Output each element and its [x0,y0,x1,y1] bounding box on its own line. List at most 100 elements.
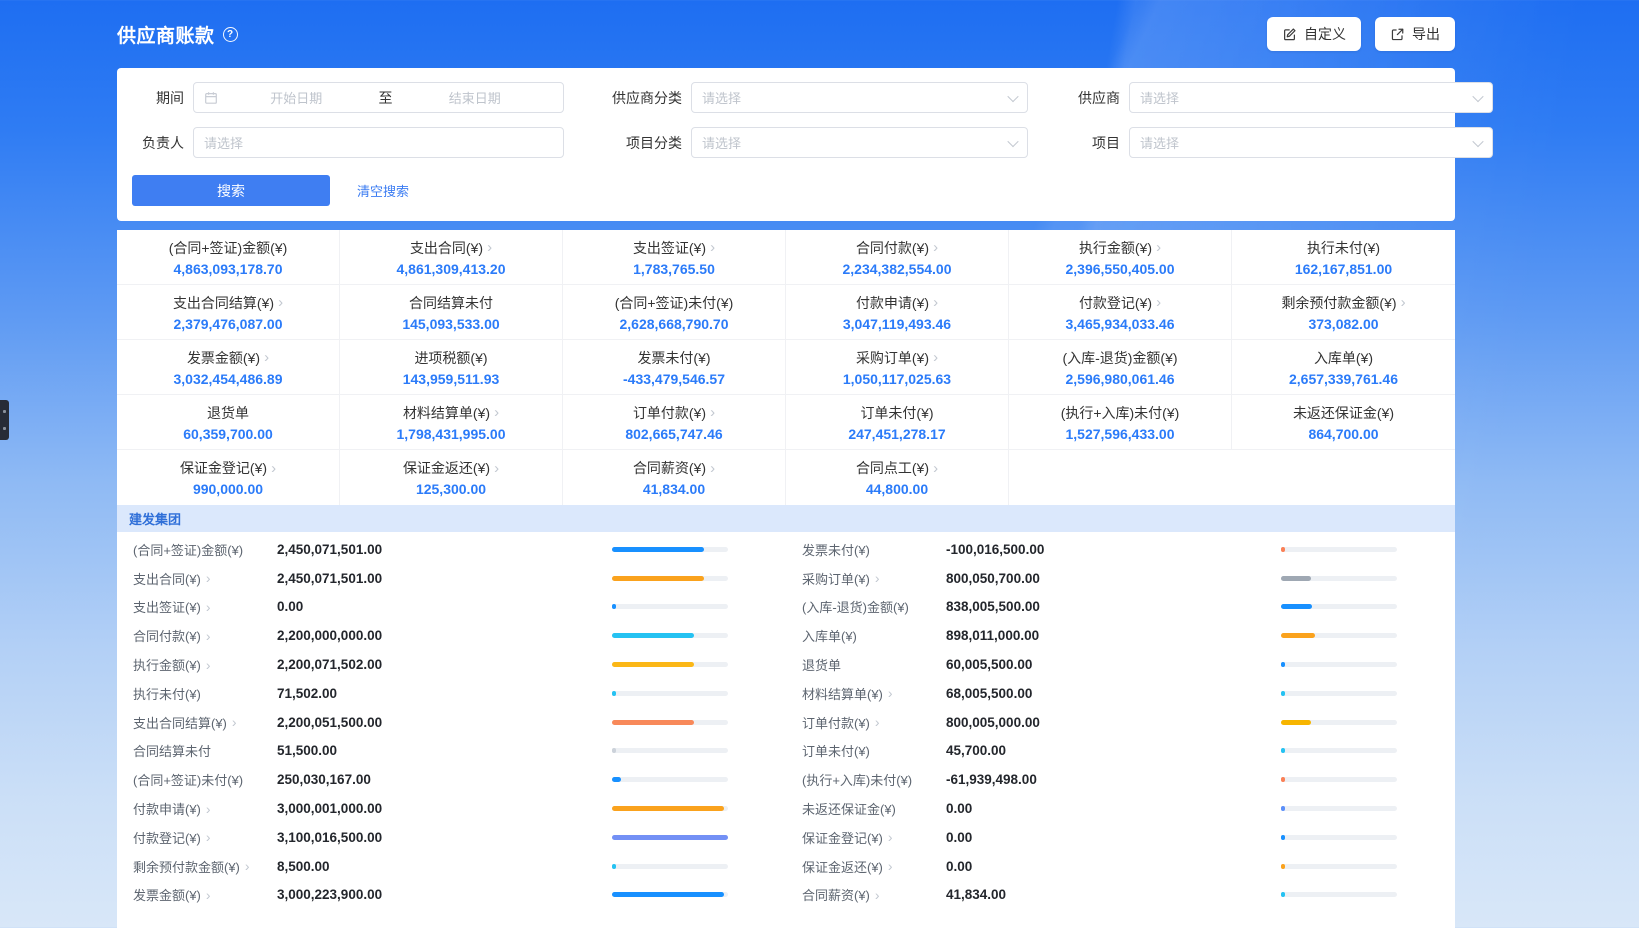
group-name-link[interactable]: 建发集团 [129,509,181,528]
chevron-right-icon: › [1401,295,1406,310]
summary-card-label: 付款申请(¥)› [856,293,938,313]
summary-card-value: 1,527,596,433.00 [1066,426,1175,442]
detail-row-label[interactable]: 合同薪资(¥)› [802,885,946,904]
detail-row-label[interactable]: 材料结算单(¥)› [802,684,946,703]
detail-row: 合同薪资(¥)›41,834.00 [786,881,1455,910]
group-detail: (合同+签证)金额(¥)2,450,071,501.00支出合同(¥)›2,45… [117,532,1455,928]
detail-row-label[interactable]: 支出签证(¥)› [133,597,277,616]
summary-card-label: 入库单(¥) [1314,348,1373,368]
progress-bar [1281,633,1397,638]
progress-bar [612,547,728,552]
chevron-right-icon: › [933,350,938,365]
summary-card[interactable]: 支出签证(¥)›1,783,765.50 [563,230,786,285]
chevron-right-icon: › [875,888,880,902]
detail-row-label[interactable]: 剩余预付款金额(¥)› [133,857,277,876]
customize-button[interactable]: 自定义 [1267,17,1361,51]
chevron-down-icon [1472,90,1483,101]
detail-row: 入库单(¥)898,011,000.00 [786,621,1455,650]
manager-placeholder: 请选择 [204,133,243,152]
summary-card-value: 143,959,511.93 [403,371,500,387]
project-category-select[interactable]: 请选择 [691,127,1028,158]
summary-card[interactable]: 发票金额(¥)›3,032,454,486.89 [117,340,340,395]
detail-row-label[interactable]: 采购订单(¥)› [802,569,946,588]
detail-row: 付款登记(¥)›3,100,016,500.00 [117,823,786,852]
side-drawer-handle[interactable] [0,400,9,440]
start-date-placeholder[interactable]: 开始日期 [218,88,375,107]
progress-bar [612,662,728,667]
detail-row-label[interactable]: 支出合同(¥)› [133,569,277,588]
detail-row-label[interactable]: 合同付款(¥)› [133,626,277,645]
summary-card[interactable]: 保证金登记(¥)›990,000.00 [117,450,340,505]
detail-row-label[interactable]: 发票金额(¥)› [133,885,277,904]
progress-bar [1281,835,1397,840]
chevron-right-icon: › [494,461,499,476]
detail-row-label[interactable]: 保证金登记(¥)› [802,828,946,847]
export-button[interactable]: 导出 [1375,17,1455,51]
progress-bar [1281,806,1397,811]
progress-bar [1281,720,1397,725]
summary-card[interactable]: 合同点工(¥)›44,800.00 [786,450,1009,505]
manager-label: 负责人 [132,133,184,153]
project-label: 项目 [1054,133,1120,153]
clear-search-link[interactable]: 清空搜索 [357,181,409,200]
summary-card[interactable]: 保证金返还(¥)› 125,300.00 [340,450,563,505]
project-select[interactable]: 请选择 [1129,127,1493,158]
summary-card-value: 125,300.00 [416,481,486,497]
detail-row-label: (入库-退货)金额(¥) [802,597,946,616]
summary-card[interactable]: 采购订单(¥)›1,050,117,025.63 [786,340,1009,395]
supplier-select[interactable]: 请选择 [1129,82,1493,113]
supplier-category-select[interactable]: 请选择 [691,82,1028,113]
summary-card[interactable]: 合同付款(¥)›2,234,382,554.00 [786,230,1009,285]
detail-row: 采购订单(¥)›800,050,700.00 [786,564,1455,593]
summary-card[interactable]: 支出合同结算(¥)›2,379,476,087.00 [117,285,340,340]
summary-card-value: 2,657,339,761.46 [1289,371,1398,387]
detail-row: 退货单60,005,500.00 [786,650,1455,679]
detail-row-label[interactable]: 支出合同结算(¥)› [133,713,277,732]
summary-card[interactable]: 材料结算单(¥)›1,798,431,995.00 [340,395,563,450]
chevron-right-icon: › [206,888,211,902]
summary-card: 发票未付(¥)-433,479,546.57 [563,340,786,395]
summary-card[interactable]: 执行金额(¥)›2,396,550,405.00 [1009,230,1232,285]
project-category-label: 项目分类 [588,133,682,153]
summary-card-label: 合同薪资(¥)› [633,458,715,478]
detail-row-value: 250,030,167.00 [277,772,371,787]
summary-card-value: 1,050,117,025.63 [843,371,951,387]
summary-card[interactable]: 支出合同(¥)›4,861,309,413.20 [340,230,563,285]
progress-bar [612,576,728,581]
summary-card[interactable]: 订单付款(¥)›802,665,747.46 [563,395,786,450]
progress-bar [612,806,728,811]
group-band: 建发集团 [117,505,1455,532]
detail-row: (执行+入库)未付(¥)-61,939,498.00 [786,765,1455,794]
detail-row-label[interactable]: 订单付款(¥)› [802,713,946,732]
detail-row-value: 51,500.00 [277,743,337,758]
help-icon[interactable]: ? [223,27,238,42]
chevron-right-icon: › [487,240,492,255]
period-label: 期间 [132,88,184,108]
progress-bar [1281,864,1397,869]
detail-row: 支出合同结算(¥)›2,200,051,500.00 [117,708,786,737]
summary-card[interactable]: 付款登记(¥)›3,465,934,033.46 [1009,285,1232,340]
summary-card: (执行+入库)未付(¥)1,527,596,433.00 [1009,395,1232,450]
search-button[interactable]: 搜索 [132,175,330,206]
date-range-input[interactable]: 开始日期 至 结束日期 [193,82,564,113]
detail-row-value: -61,939,498.00 [946,772,1037,787]
detail-row-label[interactable]: 执行金额(¥)› [133,655,277,674]
summary-card-value: 990,000.00 [193,481,263,497]
detail-row-value: 838,005,500.00 [946,599,1040,614]
summary-card-label: 保证金返还(¥)› [403,458,499,478]
summary-card-label: 材料结算单(¥)› [403,403,499,423]
summary-card: 执行未付(¥)162,167,851.00 [1232,230,1455,285]
summary-card-label: 订单未付(¥) [860,403,933,423]
end-date-placeholder[interactable]: 结束日期 [397,88,554,107]
summary-card-value: 60,359,700.00 [183,426,273,442]
progress-bar [1281,547,1397,552]
manager-select[interactable]: 请选择 [193,127,564,158]
summary-card[interactable]: 合同薪资(¥)›41,834.00 [563,450,786,505]
chevron-right-icon: › [888,686,893,700]
detail-row-label[interactable]: 付款登记(¥)› [133,828,277,847]
detail-row-value: 3,100,016,500.00 [277,830,382,845]
summary-card[interactable]: 剩余预付款金额(¥)›373,082.00 [1232,285,1455,340]
detail-row-label[interactable]: 付款申请(¥)› [133,799,277,818]
summary-card[interactable]: 付款申请(¥)›3,047,119,493.46 [786,285,1009,340]
detail-row-label[interactable]: 保证金返还(¥)› [802,857,946,876]
